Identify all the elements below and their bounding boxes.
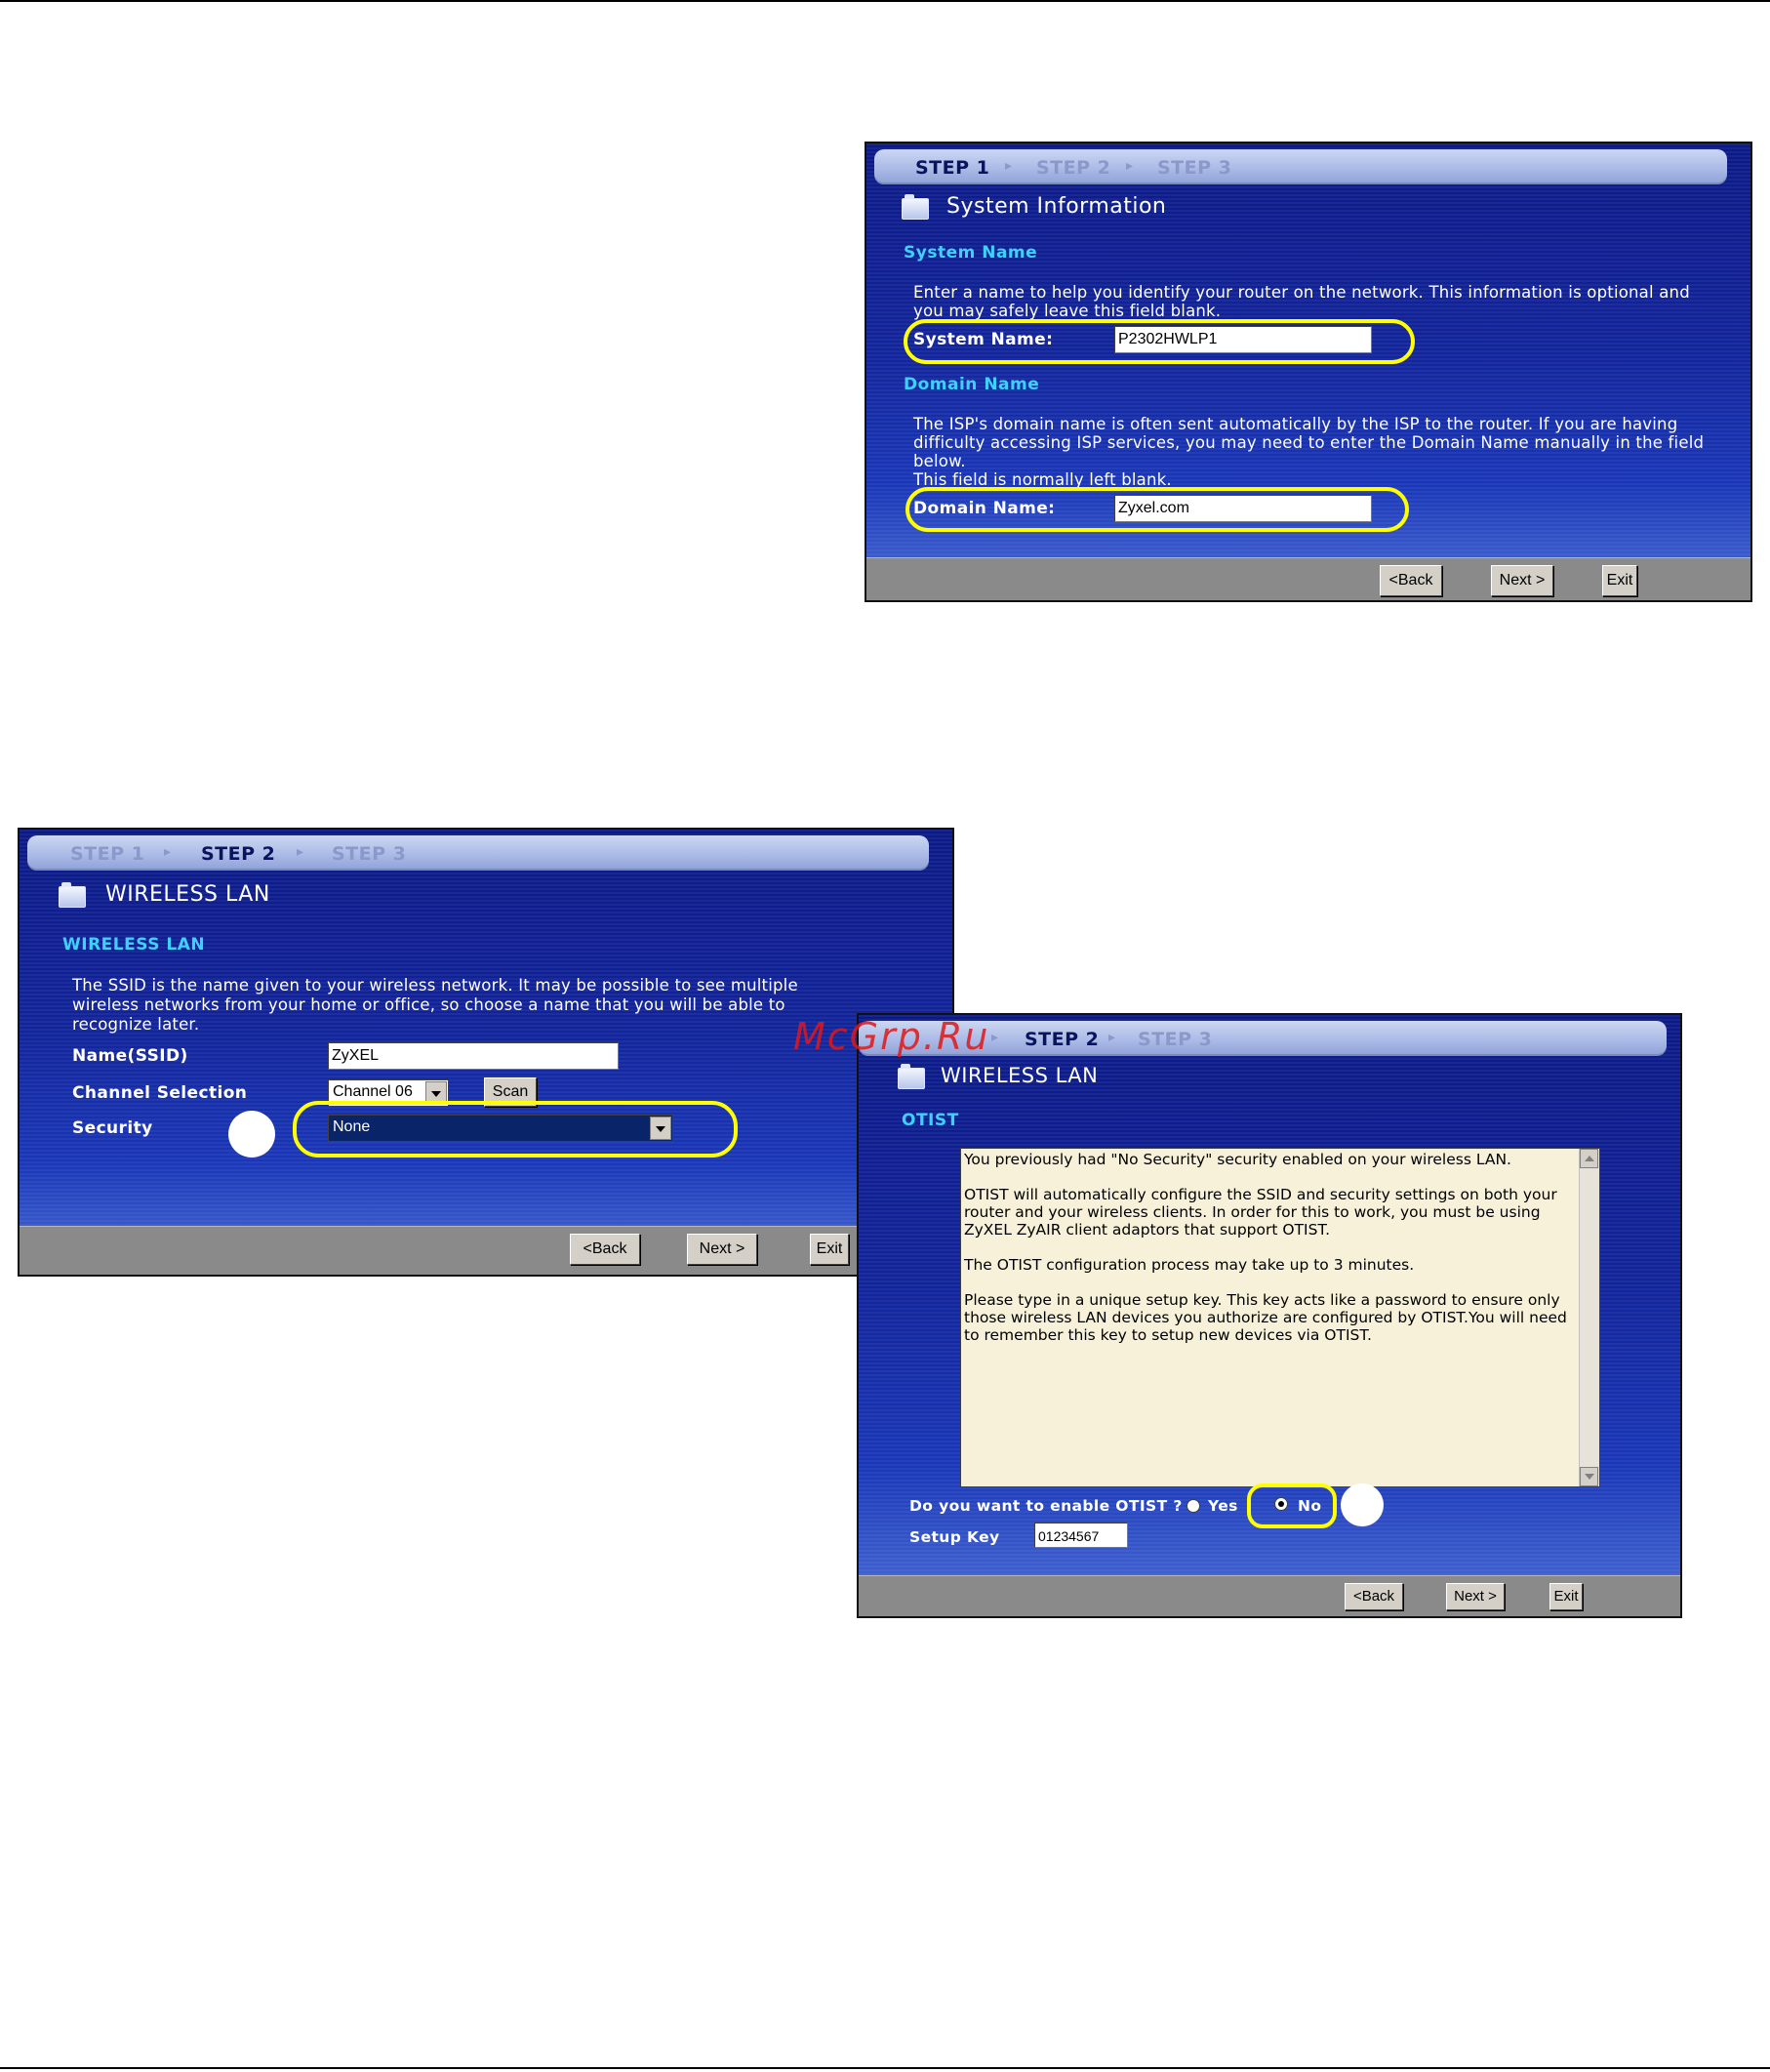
page-title: WIRELESS LAN [941,1064,1099,1087]
system-name-label: System Name: [913,330,1054,349]
callout-marker [228,1111,275,1158]
bottom-rule [0,2067,1770,2069]
folder-icon [902,194,929,220]
next-button[interactable]: Next > [687,1234,757,1265]
page-title: System Information [946,194,1167,219]
step-2-tab: STEP 2 [201,843,276,865]
otist-question-label: Do you want to enable OTIST ? [909,1497,1183,1515]
folder-icon [59,882,86,908]
domain-name-description-line: The ISP's domain name is often sent auto… [913,415,1678,433]
step-arrow-icon: ▸ [297,844,304,860]
otist-panel: ▸ STEP 2 ▸ STEP 3 WIRELESS LAN OTIST You… [857,1013,1682,1618]
wireless-description-line: recognize later. [72,1015,200,1034]
exit-button[interactable]: Exit [810,1234,849,1265]
step-1-tab: STEP 1 [70,843,145,865]
ssid-label: Name(SSID) [72,1046,188,1066]
step-arrow-icon: ▸ [1005,158,1013,174]
step-1-tab: STEP 1 [915,157,990,179]
wireless-description-line: wireless networks from your home or offi… [72,995,785,1014]
otist-yes-label: Yes [1208,1497,1238,1515]
security-label: Security [72,1118,153,1138]
otist-info-paragraph: OTIST will automatically configure the S… [964,1186,1557,1239]
system-information-panel: STEP 1 ▸ STEP 2 ▸ STEP 3 System Informat… [865,142,1752,602]
callout-marker [1341,1483,1384,1526]
channel-select-value: Channel 06 [333,1083,413,1100]
step-arrow-icon: ▸ [164,844,172,860]
highlight-otist-no [1247,1483,1337,1528]
security-select[interactable]: None [328,1115,673,1142]
section-otist: OTIST [902,1111,959,1130]
setup-key-input[interactable]: 01234567 [1034,1523,1128,1548]
back-button[interactable]: <Back [570,1234,640,1265]
step-3-tab: STEP 3 [332,843,407,865]
next-button[interactable]: Next > [1446,1583,1505,1610]
exit-button[interactable]: Exit [1602,565,1637,596]
section-domain-name: Domain Name [904,375,1040,394]
textarea-scrollbar[interactable] [1579,1149,1599,1486]
channel-selection-label: Channel Selection [72,1083,248,1103]
setup-key-label: Setup Key [909,1528,1000,1546]
step-2-tab: STEP 2 [1025,1029,1100,1050]
domain-name-description-line: difficulty accessing ISP services, you m… [913,433,1705,452]
otist-info-paragraph: You previously had "No Security" securit… [964,1151,1511,1168]
otist-no-label: No [1298,1497,1322,1515]
domain-name-label: Domain Name: [913,499,1056,518]
back-button[interactable]: <Back [1380,565,1442,596]
step-bar: STEP 1 ▸ STEP 2 ▸ STEP 3 [27,835,929,871]
wireless-description-line: The SSID is the name given to your wirel… [72,976,798,995]
step-bar: STEP 1 ▸ STEP 2 ▸ STEP 3 [874,149,1727,184]
folder-icon [898,1064,925,1089]
otist-info-textarea[interactable]: You previously had "No Security" securit… [960,1148,1600,1487]
step-arrow-icon: ▸ [991,1030,999,1045]
otist-info-paragraph: The OTIST configuration process may take… [964,1256,1415,1274]
section-system-name: System Name [904,243,1038,263]
domain-name-input[interactable]: Zyxel.com [1114,495,1372,522]
back-button[interactable]: <Back [1345,1583,1403,1610]
otist-no-radio[interactable] [1274,1497,1288,1511]
scroll-down-icon[interactable] [1580,1467,1598,1486]
chevron-down-icon[interactable] [650,1117,671,1140]
step-2-tab: STEP 2 [1036,157,1111,179]
step-3-tab: STEP 3 [1157,157,1232,179]
step-arrow-icon: ▸ [1126,158,1134,174]
exit-button[interactable]: Exit [1549,1583,1583,1610]
otist-yes-radio[interactable] [1187,1499,1200,1513]
step-arrow-icon: ▸ [1108,1030,1116,1045]
system-name-description-line: Enter a name to help you identify your r… [913,283,1690,302]
system-name-description-line: you may safely leave this field blank. [913,302,1222,320]
page-title: WIRELESS LAN [105,882,270,907]
section-wireless-lan: WIRELESS LAN [62,935,206,955]
scroll-up-icon[interactable] [1580,1149,1598,1168]
ssid-input[interactable]: ZyXEL [328,1042,619,1070]
system-name-input[interactable]: P2302HWLP1 [1114,326,1372,353]
domain-name-description-line: below. [913,452,966,470]
security-select-value: None [333,1118,371,1135]
watermark: McGrp.Ru [793,1015,990,1058]
top-rule [0,0,1770,2]
next-button[interactable]: Next > [1491,565,1553,596]
otist-info-paragraph: Please type in a unique setup key. This … [964,1291,1567,1344]
step-3-tab: STEP 3 [1138,1029,1213,1050]
